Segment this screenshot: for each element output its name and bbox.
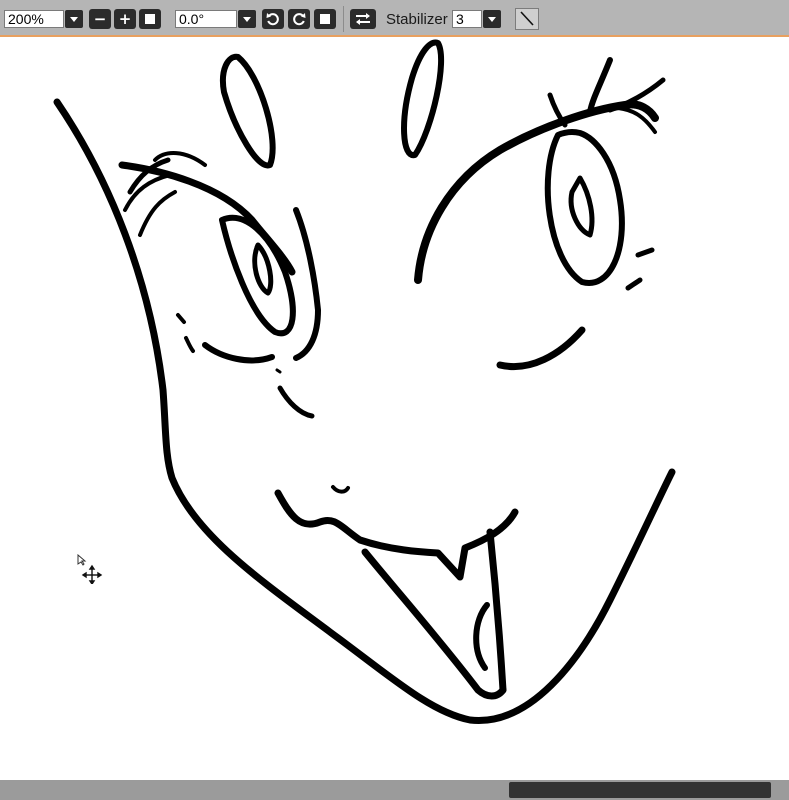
right-closed-eye: [496, 326, 586, 370]
drop-left-stroke: [220, 53, 276, 169]
line-art-drawing: [53, 39, 676, 724]
rotation-reset-button[interactable]: [314, 9, 336, 29]
right-eye-mark: [635, 247, 655, 258]
left-cheek-dot: [275, 368, 282, 374]
rotate-left-icon: [266, 13, 279, 26]
stabilizer-dropdown-button[interactable]: [483, 10, 501, 28]
square-icon: [320, 14, 330, 24]
rotation-dropdown-button[interactable]: [238, 10, 256, 28]
left-lash-3: [138, 190, 177, 237]
flip-horizontal-icon: [356, 13, 370, 25]
drawing-canvas[interactable]: [0, 37, 789, 780]
line-tool-button[interactable]: [515, 8, 539, 30]
right-eye-ring: [544, 128, 625, 286]
left-eye-highlight: [252, 242, 274, 296]
left-under-eye: [202, 342, 275, 364]
zoom-reset-button[interactable]: [139, 9, 161, 29]
right-lash-1: [587, 57, 613, 115]
left-cheek-mark: [176, 313, 186, 324]
mouth-inner-right: [486, 528, 507, 694]
canvas-toolbar: 200% − + 0.0° Stabilizer 3: [0, 0, 789, 37]
stabilizer-input[interactable]: 3: [452, 10, 482, 28]
flip-horizontal-button[interactable]: [350, 9, 376, 29]
diagonal-line-icon: [520, 11, 534, 26]
zoom-input[interactable]: 200%: [4, 10, 64, 28]
drop-right-stroke: [401, 39, 445, 158]
rotate-left-button[interactable]: [262, 9, 284, 29]
right-eye-mark-2: [625, 277, 643, 291]
zoom-dropdown-button[interactable]: [65, 10, 83, 28]
rotate-right-button[interactable]: [288, 9, 310, 29]
rotate-right-icon: [293, 13, 306, 26]
mouth-fang-tip: [331, 485, 350, 494]
nose-curve: [277, 385, 315, 419]
mouth-upper-line: [274, 489, 519, 581]
rotation-input[interactable]: 0.0°: [175, 10, 237, 28]
left-cheek-mark-2: [184, 336, 195, 353]
scrollbar-thumb[interactable]: [509, 782, 771, 798]
left-eye-socket-line: [293, 207, 321, 361]
right-eye-highlight: [568, 175, 595, 238]
minus-icon: −: [93, 10, 107, 28]
zoom-in-button[interactable]: +: [114, 9, 136, 29]
face-outline-stroke: [53, 98, 676, 724]
toolbar-divider: [343, 6, 344, 32]
stabilizer-label: Stabilizer: [386, 11, 448, 28]
horizontal-scrollbar[interactable]: [0, 780, 789, 800]
square-icon: [145, 14, 155, 24]
plus-icon: +: [118, 10, 132, 28]
tongue-line: [473, 602, 490, 671]
move-cursor-icon: [77, 554, 103, 584]
zoom-out-button[interactable]: −: [89, 9, 111, 29]
